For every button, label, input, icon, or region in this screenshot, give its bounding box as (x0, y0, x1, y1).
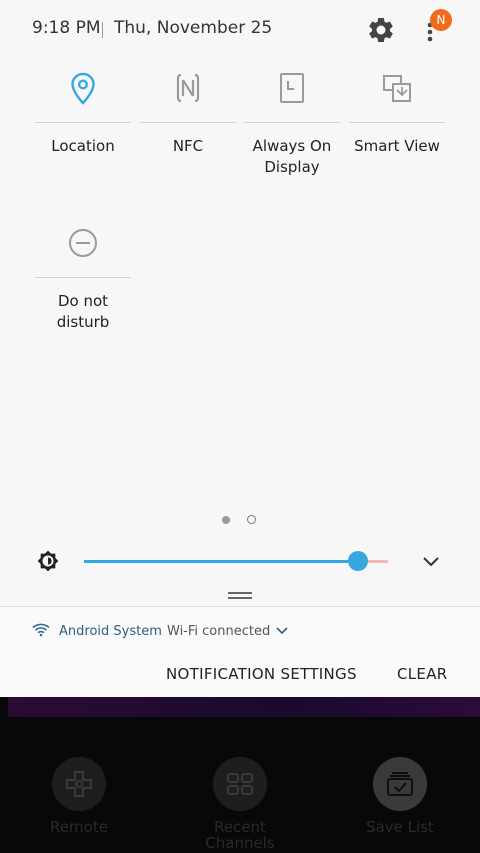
notification-actions: NOTIFICATION SETTINGS CLEAR (0, 655, 480, 697)
quick-settings-panel: 9:18 PM Thu, November 25 N Location NFC (0, 0, 480, 606)
avatar[interactable]: N (430, 9, 452, 31)
tile-underline (244, 122, 340, 123)
save-list-button[interactable] (373, 757, 427, 811)
dpad-icon (66, 771, 92, 797)
chevron-down-icon[interactable] (420, 553, 442, 569)
nav-label-remote: Remote (50, 818, 108, 836)
page-dot[interactable] (247, 515, 256, 524)
app-header-band (8, 697, 480, 717)
tile-underline (140, 122, 236, 123)
tile-label: Always On Display (252, 137, 332, 176)
location-pin-icon (71, 72, 95, 105)
tile-label: NFC (172, 137, 204, 155)
status-time: 9:18 PM (32, 18, 101, 38)
grid-icon (227, 773, 253, 795)
brightness-icon (37, 550, 59, 572)
tile-underline (35, 277, 131, 278)
gear-icon[interactable] (366, 15, 396, 45)
clear-button[interactable]: CLEAR (397, 665, 448, 683)
slider-thumb[interactable] (348, 551, 368, 571)
background-app: Remote Recent Channels Save List (0, 697, 480, 853)
save-list-icon (387, 772, 413, 796)
chevron-down-icon[interactable] (276, 627, 288, 635)
nav-label-save-list: Save List (366, 818, 434, 836)
tile-underline (35, 122, 131, 123)
tile-label: Do not disturb (56, 292, 110, 331)
smart-view-icon (383, 75, 411, 102)
notification-card[interactable]: Android System Wi-Fi connected (0, 606, 480, 656)
drag-handle[interactable] (228, 592, 252, 600)
tile-label: Smart View (354, 137, 440, 155)
tile-label: Location (51, 137, 115, 155)
divider (102, 22, 103, 38)
status-date: Thu, November 25 (114, 18, 273, 38)
nfc-icon (176, 73, 200, 103)
do-not-disturb-icon (69, 229, 97, 257)
recent-channels-button[interactable] (213, 757, 267, 811)
notification-settings-button[interactable]: NOTIFICATION SETTINGS (166, 665, 357, 683)
notification-text: Wi-Fi connected (167, 624, 271, 639)
wifi-icon (32, 623, 50, 637)
slider-track-filled (84, 560, 358, 563)
nav-label-recent-channels: Recent Channels (205, 818, 275, 852)
remote-button[interactable] (52, 757, 106, 811)
page-dot-active[interactable] (222, 516, 230, 524)
page-indicator (0, 514, 480, 526)
tile-underline (349, 122, 445, 123)
always-on-display-icon (280, 73, 304, 103)
notification-app-name: Android System (59, 624, 162, 639)
